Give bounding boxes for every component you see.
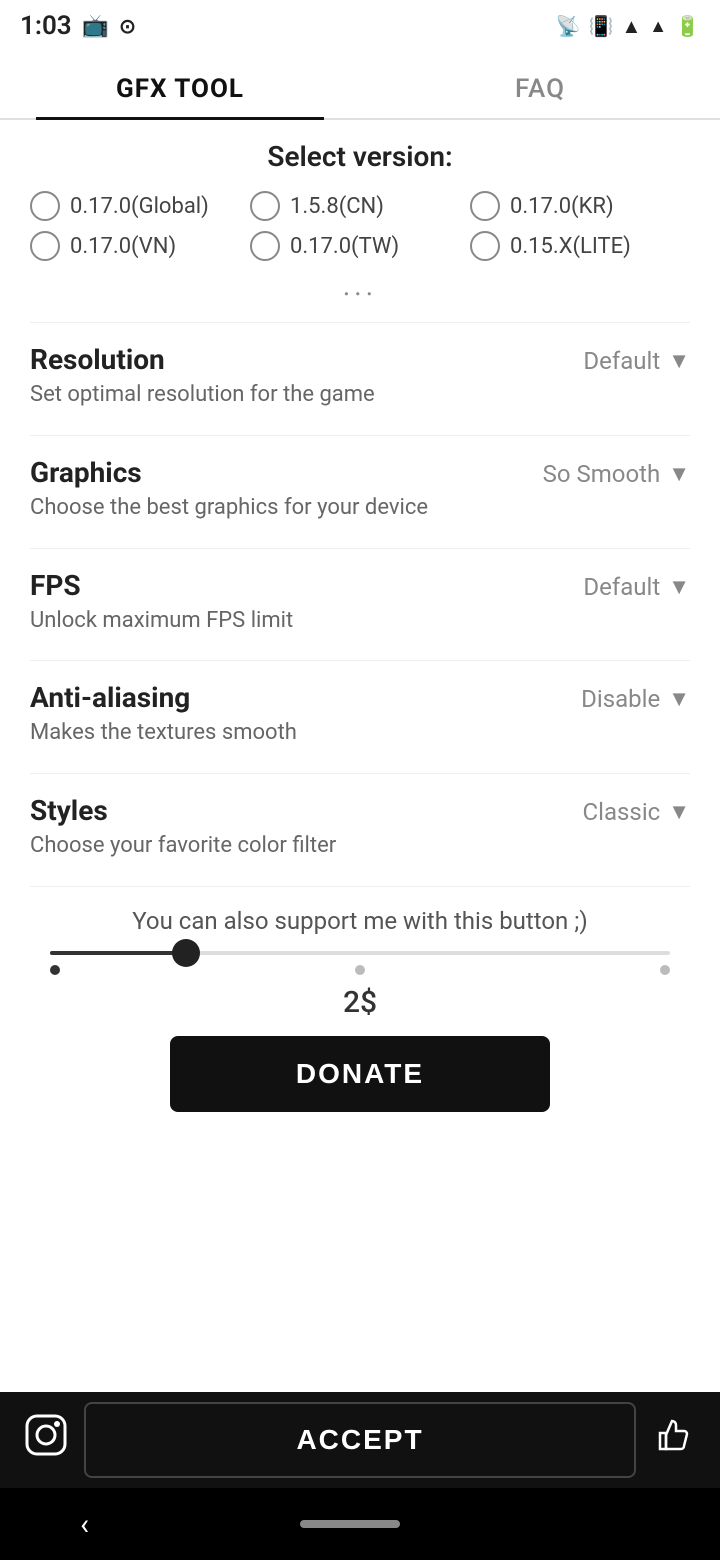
version-option-vn[interactable]: 0.17.0(VN) [30, 231, 250, 261]
tab-bar: GFX TOOL FAQ [0, 52, 720, 120]
setting-title-aa: Anti-aliasing [30, 681, 561, 714]
slider-marker-3 [660, 965, 670, 975]
version-label-tw: 0.17.0(TW) [290, 234, 399, 259]
donate-button[interactable]: DONATE [170, 1036, 550, 1112]
version-option-kr[interactable]: 0.17.0(KR) [470, 191, 690, 221]
time-display: 1:03 [20, 11, 72, 41]
divider-6 [30, 886, 690, 887]
radio-tw[interactable] [250, 231, 280, 261]
version-label-lite: 0.15.X(LITE) [510, 234, 631, 259]
accept-button[interactable]: ACCEPT [84, 1402, 636, 1478]
version-label-kr: 0.17.0(KR) [510, 194, 614, 219]
aa-value: Disable [581, 685, 660, 713]
fps-arrow: ▼ [668, 574, 690, 600]
setting-anti-aliasing: Anti-aliasing Makes the textures smooth … [30, 681, 690, 749]
setting-info-styles: Styles Choose your favorite color filter [30, 794, 583, 862]
setting-info-fps: FPS Unlock maximum FPS limit [30, 569, 583, 637]
bottom-bar: ACCEPT [0, 1392, 720, 1488]
slider-marker-2 [355, 965, 365, 975]
more-dots[interactable]: ... [30, 269, 690, 302]
slider-fill [50, 951, 186, 955]
radio-cn[interactable] [250, 191, 280, 221]
aa-dropdown[interactable]: Disable ▼ [581, 681, 690, 713]
nav-bar: ‹ [0, 1488, 720, 1560]
slider-markers [50, 965, 670, 975]
battery-icon: 🔋 [675, 14, 700, 38]
setting-styles: Styles Choose your favorite color filter… [30, 794, 690, 862]
version-label-vn: 0.17.0(VN) [70, 234, 176, 259]
cast-icon: 📡 [556, 14, 581, 38]
setting-fps: FPS Unlock maximum FPS limit Default ▼ [30, 569, 690, 637]
graphics-dropdown[interactable]: So Smooth ▼ [543, 456, 690, 488]
support-section: You can also support me with this button… [30, 907, 690, 1112]
setting-desc-aa: Makes the textures smooth [30, 718, 561, 749]
setting-info-resolution: Resolution Set optimal resolution for th… [30, 343, 583, 411]
setting-desc-graphics: Choose the best graphics for your device [30, 493, 523, 524]
version-option-cn[interactable]: 1.5.8(CN) [250, 191, 470, 221]
slider-marker-1 [50, 965, 60, 975]
fps-dropdown[interactable]: Default ▼ [583, 569, 690, 601]
radio-lite[interactable] [470, 231, 500, 261]
version-label-cn: 1.5.8(CN) [290, 194, 384, 219]
setting-desc-fps: Unlock maximum FPS limit [30, 606, 563, 637]
styles-arrow: ▼ [668, 799, 690, 825]
version-label-global: 0.17.0(Global) [70, 194, 209, 219]
tab-faq[interactable]: FAQ [360, 52, 720, 118]
radio-kr[interactable] [470, 191, 500, 221]
graphics-value: So Smooth [543, 460, 661, 488]
divider-3 [30, 548, 690, 549]
graphics-arrow: ▼ [668, 461, 690, 487]
like-icon[interactable] [652, 1413, 696, 1468]
status-time: 1:03 📺 ⊙ [20, 11, 136, 41]
slider-track[interactable] [50, 951, 670, 955]
resolution-arrow: ▼ [668, 348, 690, 374]
divider-1 [30, 322, 690, 323]
version-option-lite[interactable]: 0.15.X(LITE) [470, 231, 690, 261]
version-option-tw[interactable]: 0.17.0(TW) [250, 231, 470, 261]
slider-thumb[interactable] [172, 939, 200, 967]
status-icons: 📡 📳 ▲ ▲ 🔋 [556, 14, 700, 39]
version-option-global[interactable]: 0.17.0(Global) [30, 191, 250, 221]
setting-info-aa: Anti-aliasing Makes the textures smooth [30, 681, 581, 749]
status-bar: 1:03 📺 ⊙ 📡 📳 ▲ ▲ 🔋 [0, 0, 720, 52]
home-indicator[interactable] [300, 1520, 400, 1528]
radio-global[interactable] [30, 191, 60, 221]
tab-gfx-tool[interactable]: GFX TOOL [0, 52, 360, 118]
signal-icon: ▲ [649, 16, 667, 37]
instagram-icon[interactable] [24, 1413, 68, 1468]
divider-5 [30, 773, 690, 774]
slider-value-display: 2$ [30, 985, 690, 1020]
version-section: Select version: 0.17.0(Global) 1.5.8(CN)… [30, 140, 690, 302]
support-text: You can also support me with this button… [30, 907, 690, 935]
divider-2 [30, 435, 690, 436]
setting-info-graphics: Graphics Choose the best graphics for yo… [30, 456, 543, 524]
version-title: Select version: [30, 140, 690, 173]
setting-title-fps: FPS [30, 569, 563, 602]
setting-title-graphics: Graphics [30, 456, 523, 489]
setting-title-styles: Styles [30, 794, 563, 827]
setting-graphics: Graphics Choose the best graphics for yo… [30, 456, 690, 524]
radio-vn[interactable] [30, 231, 60, 261]
resolution-dropdown[interactable]: Default ▼ [583, 343, 690, 375]
styles-dropdown[interactable]: Classic ▼ [583, 794, 690, 826]
main-content: Select version: 0.17.0(Global) 1.5.8(CN)… [0, 120, 720, 1392]
setting-resolution: Resolution Set optimal resolution for th… [30, 343, 690, 411]
version-grid: 0.17.0(Global) 1.5.8(CN) 0.17.0(KR) 0.17… [30, 191, 690, 261]
setting-desc-styles: Choose your favorite color filter [30, 831, 563, 862]
styles-value: Classic [583, 798, 661, 826]
tv-icon: 📺 [82, 14, 109, 39]
version-row-2: 0.17.0(VN) 0.17.0(TW) 0.15.X(LITE) [30, 231, 690, 261]
setting-desc-resolution: Set optimal resolution for the game [30, 380, 563, 411]
version-row-1: 0.17.0(Global) 1.5.8(CN) 0.17.0(KR) [30, 191, 690, 221]
setting-title-resolution: Resolution [30, 343, 563, 376]
record-icon: ⊙ [119, 14, 136, 38]
vibrate-icon: 📳 [589, 14, 614, 38]
fps-value: Default [583, 573, 660, 601]
aa-arrow: ▼ [668, 686, 690, 712]
wifi-icon: ▲ [621, 14, 641, 39]
resolution-value: Default [583, 347, 660, 375]
slider-container[interactable] [30, 951, 690, 975]
back-button[interactable]: ‹ [80, 1507, 89, 1542]
divider-4 [30, 660, 690, 661]
